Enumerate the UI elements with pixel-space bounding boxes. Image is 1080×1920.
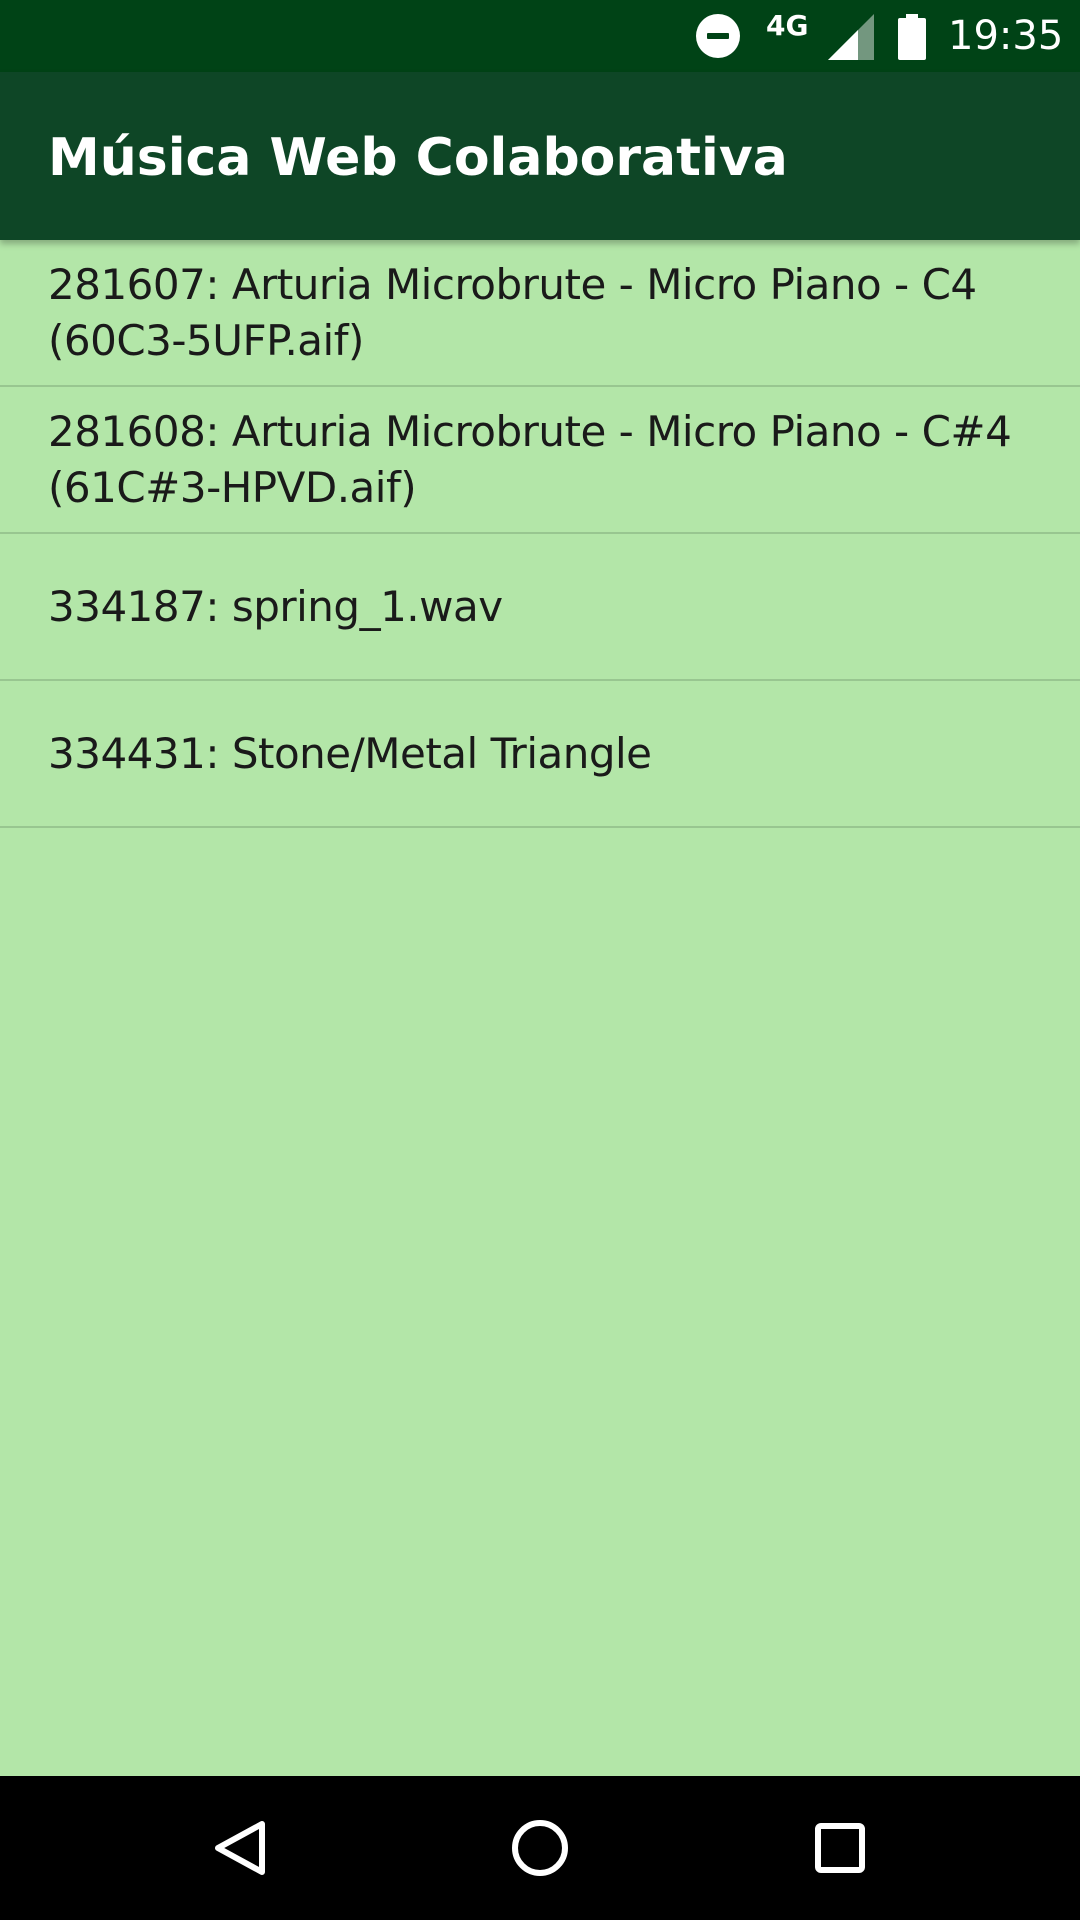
sample-list: 281607: Arturia Microbrute - Micro Piano… xyxy=(0,240,1080,828)
recents-icon[interactable] xyxy=(804,1812,876,1884)
app-title: Música Web Colaborativa xyxy=(48,128,788,188)
app-bar: Música Web Colaborativa xyxy=(0,72,1080,240)
list-item[interactable]: 334431: Stone/Metal Triangle xyxy=(0,681,1080,828)
list-item-label: 281608: Arturia Microbrute - Micro Piano… xyxy=(48,406,1012,512)
status-bar: 4G 19:35 xyxy=(0,0,1080,72)
signal-icon xyxy=(828,14,874,60)
network-type: 4G xyxy=(766,9,809,42)
battery-icon xyxy=(898,14,926,60)
back-icon[interactable] xyxy=(204,1812,276,1884)
do-not-disturb-icon xyxy=(696,14,740,58)
list-item-label: 334431: Stone/Metal Triangle xyxy=(48,728,652,778)
list-item-label: 334187: spring_1.wav xyxy=(48,581,503,631)
status-time: 19:35 xyxy=(948,13,1064,59)
list-item-label: 281607: Arturia Microbrute - Micro Piano… xyxy=(48,259,977,365)
list-item[interactable]: 281608: Arturia Microbrute - Micro Piano… xyxy=(0,387,1080,534)
list-item[interactable]: 334187: spring_1.wav xyxy=(0,534,1080,681)
list-item[interactable]: 281607: Arturia Microbrute - Micro Piano… xyxy=(0,240,1080,387)
navigation-bar xyxy=(0,1776,1080,1920)
home-icon[interactable] xyxy=(504,1812,576,1884)
screen: 4G 19:35 Música Web Colaborativa 281607:… xyxy=(0,0,1080,1920)
